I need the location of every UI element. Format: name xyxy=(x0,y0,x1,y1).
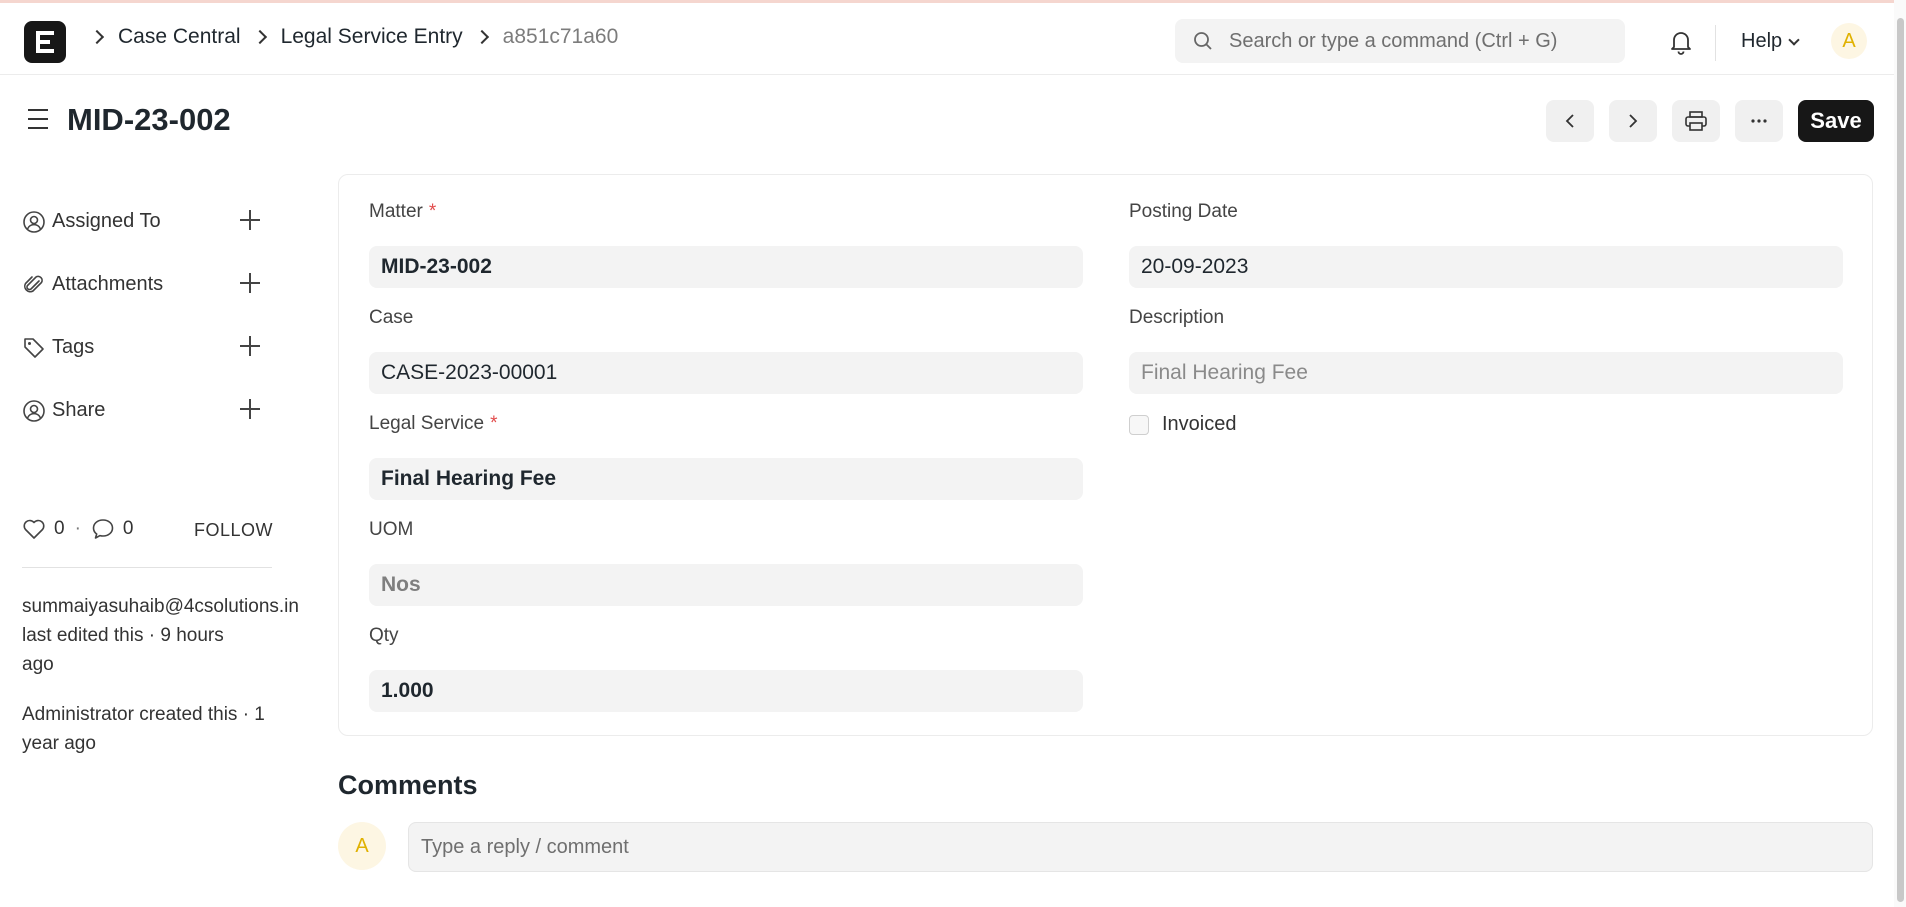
uom-input[interactable]: Nos xyxy=(369,564,1083,606)
legal-service-field: Legal Service * Final Hearing Fee xyxy=(369,413,1083,500)
search-icon xyxy=(1194,32,1212,50)
sidebar-item-label: Tags xyxy=(52,336,95,358)
sidebar-item-assigned-to[interactable]: Assigned To xyxy=(22,190,322,253)
description-label: Description xyxy=(1129,307,1225,328)
paperclip-icon xyxy=(24,275,43,292)
chevron-right-icon xyxy=(474,29,489,45)
uom-label: UOM xyxy=(369,519,414,540)
qty-label: Qty xyxy=(369,625,399,646)
comment-icon[interactable] xyxy=(91,518,115,540)
chevron-right-icon xyxy=(89,29,105,45)
posting-date-field: Posting Date 20-09-2023 xyxy=(1129,201,1843,288)
required-asterisk: * xyxy=(428,201,437,222)
comments-title: Comments xyxy=(338,770,478,800)
print-button[interactable] xyxy=(1672,100,1720,142)
user-avatar[interactable]: A xyxy=(1831,23,1867,59)
activity-user-link[interactable]: summaiyasuhaib@4csolutions.in xyxy=(22,592,332,621)
breadcrumb-current-doc[interactable]: a851c71a60 xyxy=(503,25,619,49)
activity-text: last edited this · 9 hours ago xyxy=(22,625,224,675)
search-bar[interactable]: Search or type a command (Ctrl + G) xyxy=(1175,19,1625,63)
assign-user-icon xyxy=(23,210,45,233)
sidebar-toggle-icon[interactable] xyxy=(28,109,48,136)
sidebar-item-label: Assigned To xyxy=(52,210,161,232)
chevron-left-icon xyxy=(1565,114,1574,128)
likes-count: 0 xyxy=(54,518,65,539)
case-input[interactable]: CASE-2023-00001 xyxy=(369,352,1083,394)
form-sidebar: Assigned To Attachments Tags Share xyxy=(22,190,322,442)
add-share-icon[interactable] xyxy=(240,399,260,419)
comment-input[interactable]: Type a reply / comment xyxy=(408,822,1873,872)
description-field: Description Final Hearing Fee xyxy=(1129,307,1843,394)
invoiced-field: Invoiced xyxy=(1129,413,1237,436)
legal-service-label: Legal Service * xyxy=(369,413,498,434)
sidebar-item-label: Share xyxy=(52,399,106,421)
breadcrumb-legal-service-entry[interactable]: Legal Service Entry xyxy=(281,25,463,49)
invoiced-label: Invoiced xyxy=(1162,413,1237,435)
doc-stats: 0 · 0 xyxy=(22,518,133,540)
chevron-right-icon xyxy=(252,29,267,45)
description-input[interactable]: Final Hearing Fee xyxy=(1129,352,1843,394)
breadcrumb-case-central[interactable]: Case Central xyxy=(118,25,241,49)
qty-field: Qty 1.000 xyxy=(369,625,1083,712)
page-header: MID-23-002 Save xyxy=(0,92,1906,152)
heart-icon[interactable] xyxy=(22,518,46,540)
notification-bell-icon[interactable] xyxy=(1668,29,1694,55)
chevron-down-icon xyxy=(1788,33,1800,46)
form-card: Matter * MID-23-002 Case CASE-2023-00001 … xyxy=(338,174,1873,736)
sidebar-item-share[interactable]: Share xyxy=(22,379,322,442)
logo-e-icon xyxy=(36,31,54,53)
breadcrumb: Case Central Legal Service Entry a851c71… xyxy=(88,25,618,49)
matter-field: Matter * MID-23-002 xyxy=(369,201,1083,288)
ellipsis-icon xyxy=(1751,119,1767,123)
posting-date-input[interactable]: 20-09-2023 xyxy=(1129,246,1843,288)
share-user-icon xyxy=(23,399,45,422)
case-label: Case xyxy=(369,307,414,328)
navbar-divider xyxy=(1715,25,1716,61)
navbar: Case Central Legal Service Entry a851c71… xyxy=(0,3,1906,75)
tag-icon xyxy=(24,337,44,358)
help-label: Help xyxy=(1741,30,1783,52)
sidebar-item-attachments[interactable]: Attachments xyxy=(22,253,322,316)
created-activity: Administrator created this · 1 year ago xyxy=(22,704,265,754)
matter-input[interactable]: MID-23-002 xyxy=(369,246,1083,288)
page-title: MID-23-002 xyxy=(67,102,231,137)
posting-date-label: Posting Date xyxy=(1129,201,1238,222)
last-edited-activity: summaiyasuhaib@4csolutions.in last edite… xyxy=(22,592,332,679)
printer-icon xyxy=(1685,111,1707,131)
sidebar-item-label: Attachments xyxy=(52,273,164,295)
search-input[interactable]: Search or type a command (Ctrl + G) xyxy=(1229,30,1557,53)
comment-avatar: A xyxy=(338,822,386,870)
uom-field: UOM Nos xyxy=(369,519,1083,606)
add-tag-icon[interactable] xyxy=(240,336,260,356)
comments-count: 0 xyxy=(122,518,134,539)
page-scrollbar-thumb[interactable] xyxy=(1897,18,1904,902)
case-field: Case CASE-2023-00001 xyxy=(369,307,1083,394)
more-actions-button[interactable] xyxy=(1735,100,1783,142)
required-asterisk: * xyxy=(490,413,498,434)
separator-dot: · xyxy=(74,518,81,539)
prev-doc-button[interactable] xyxy=(1546,100,1594,142)
add-attachment-icon[interactable] xyxy=(240,273,260,293)
save-button[interactable]: Save xyxy=(1798,100,1874,142)
sidebar-divider xyxy=(22,567,272,568)
next-doc-button[interactable] xyxy=(1609,100,1657,142)
matter-label: Matter * xyxy=(369,201,437,222)
chevron-right-icon xyxy=(1629,114,1638,128)
sidebar-item-tags[interactable]: Tags xyxy=(22,316,322,379)
legal-service-input[interactable]: Final Hearing Fee xyxy=(369,458,1083,500)
qty-input[interactable]: 1.000 xyxy=(369,670,1083,712)
invoiced-checkbox[interactable] xyxy=(1129,414,1149,435)
follow-button[interactable]: FOLLOW xyxy=(194,520,273,541)
app-logo[interactable] xyxy=(24,21,66,63)
add-assignee-icon[interactable] xyxy=(240,210,260,230)
help-menu[interactable]: Help xyxy=(1741,30,1800,53)
